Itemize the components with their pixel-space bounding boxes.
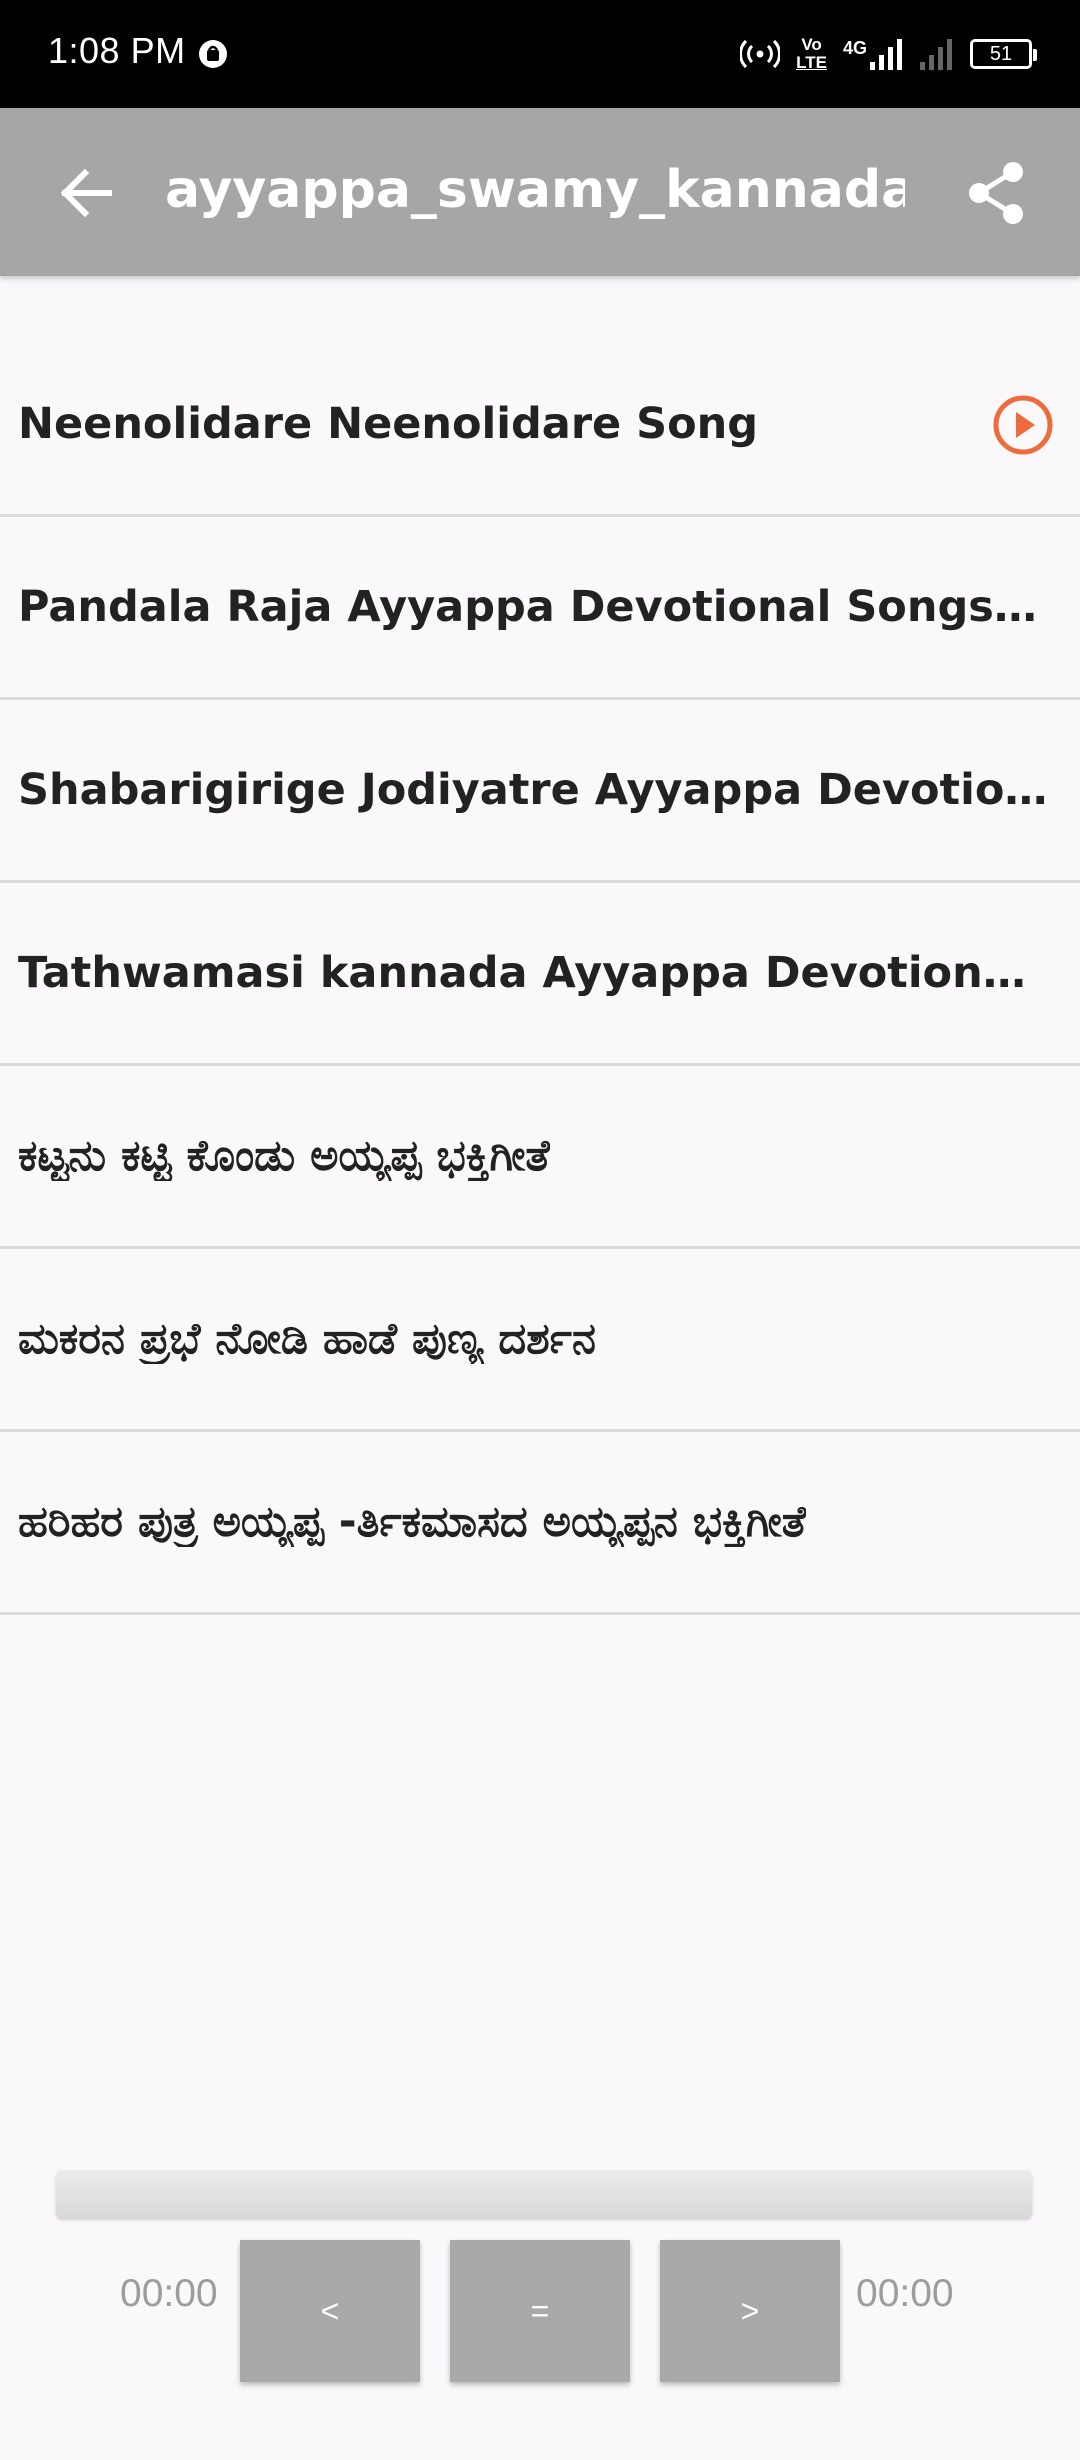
song-title: ಕಟ್ಟನು ಕಟ್ಟಿ ಕೊಂಡು ಅಯ್ಯಪ್ಪ ಭಕ್ತಿಗೀತೆ: [18, 1131, 550, 1181]
song-title: ಮಕರನ ಪ್ರಭೆ ನೋಡಿ ಹಾಡೆ ಪುಣ್ಯ ದರ್ಶನ: [18, 1314, 596, 1364]
hotspot-icon: [740, 39, 781, 69]
song-title: Tathwamasi kannada Ayyappa Devotional so…: [18, 948, 1050, 998]
share-icon: [969, 162, 1023, 224]
volte-icon: Vo LTE: [796, 35, 827, 72]
song-title: Neenolidare Neenolidare Song: [18, 399, 759, 449]
share-button[interactable]: [962, 158, 1032, 228]
list-item[interactable]: ಹರಿಹರ ಪುತ್ರ ಅಯ್ಯಪ್ಪ -ರ್ತಿಕಮಾಸದ ಅಯ್ಯಪ್ಪನ …: [0, 1432, 1080, 1615]
4g-signal-icon: 4G: [843, 38, 904, 70]
next-button[interactable]: >: [660, 2240, 840, 2382]
list-item[interactable]: Neenolidare Neenolidare Song: [0, 334, 1080, 517]
status-icons: Vo LTE 4G 51: [740, 32, 1037, 76]
arrow-back-icon: [60, 168, 112, 218]
song-title: Shabarigirige Jodiyatre Ayyappa Devotion…: [18, 765, 1050, 815]
battery-icon: 51: [970, 39, 1037, 69]
song-list: Neenolidare Neenolidare Song Pandala Raj…: [0, 334, 1080, 1615]
back-button[interactable]: [50, 158, 120, 228]
list-item[interactable]: Pandala Raja Ayyappa Devotional Songs Ka…: [0, 517, 1080, 700]
list-item[interactable]: ಕಟ್ಟನು ಕಟ್ಟಿ ಕೊಂಡು ಅಯ್ಯಪ್ಪ ಭಕ್ತಿಗೀತೆ: [0, 1066, 1080, 1249]
song-title: ಹರಿಹರ ಪುತ್ರ ಅಯ್ಯಪ್ಪ -ರ್ತಿಕಮಾಸದ ಅಯ್ಯಪ್ಪನ …: [18, 1497, 807, 1547]
seek-bar[interactable]: [56, 2170, 1032, 2218]
song-title: Pandala Raja Ayyappa Devotional Songs Ka…: [18, 582, 1050, 632]
page-title: ayyappa_swamy_kannada_: [165, 160, 905, 220]
status-bar: 1:08 PM Vo LTE 4G 51: [0, 0, 1080, 108]
app-bar: ayyappa_swamy_kannada_: [0, 108, 1080, 276]
list-item[interactable]: Tathwamasi kannada Ayyappa Devotional so…: [0, 883, 1080, 1066]
previous-button[interactable]: <: [240, 2240, 420, 2382]
list-item[interactable]: Shabarigirige Jodiyatre Ayyappa Devotion…: [0, 700, 1080, 883]
signal-icon: [920, 39, 952, 70]
pause-button[interactable]: =: [450, 2240, 630, 2382]
status-time: 1:08 PM: [48, 30, 186, 71]
total-time: 00:00: [856, 2272, 954, 2315]
current-time: 00:00: [120, 2272, 218, 2315]
list-item[interactable]: ಮಕರನ ಪ್ರಭೆ ನೋಡಿ ಹಾಡೆ ಪುಣ್ಯ ದರ್ಶನ: [0, 1249, 1080, 1432]
app-notification-icon: [199, 40, 227, 68]
play-circle-icon[interactable]: [992, 394, 1054, 456]
